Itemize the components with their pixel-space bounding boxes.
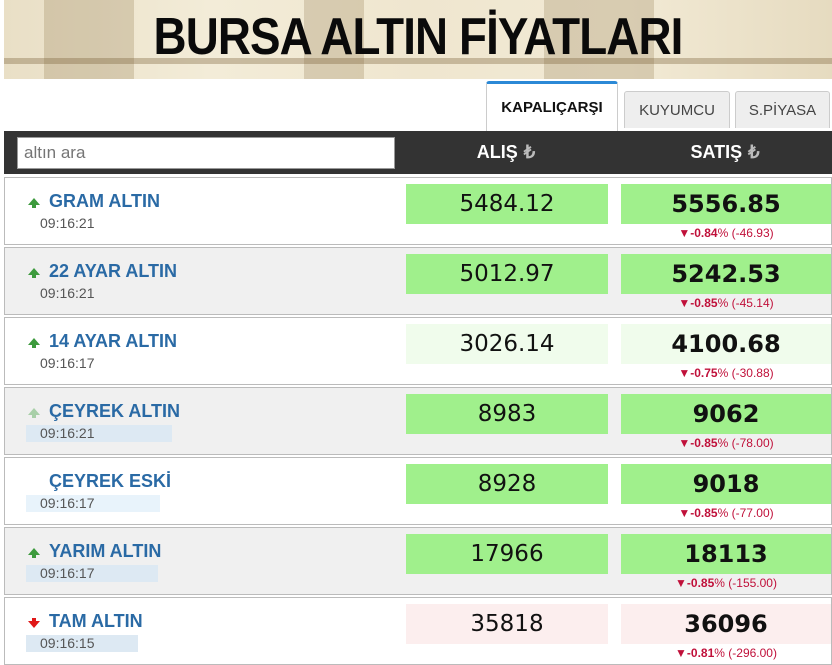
change-amount: (-46.93) <box>731 226 774 240</box>
change-info: ▼-0.85% (-78.00) <box>621 436 831 450</box>
change-amount: (-30.88) <box>731 366 774 380</box>
sell-price: 9062 <box>621 394 831 434</box>
down-triangle-icon: ▼ <box>678 436 691 450</box>
buy-price: 5484.12 <box>406 184 608 224</box>
sell-column-header: SATIŞ ₺ <box>620 131 830 174</box>
update-time: 09:16:21 <box>40 215 95 231</box>
lira-icon: ₺ <box>748 142 760 162</box>
sell-price: 5556.85 <box>621 184 831 224</box>
down-triangle-icon: ▼ <box>675 576 687 590</box>
gold-name-link[interactable]: ÇEYREK ESKİ <box>49 471 171 492</box>
buy-price: 35818 <box>406 604 608 644</box>
percent-sign: % <box>717 366 729 380</box>
change-info: ▼-0.75% (-30.88) <box>621 366 831 380</box>
change-amount: (-78.00) <box>731 436 774 450</box>
percent-sign: % <box>717 506 729 520</box>
change-amount: (-77.00) <box>731 506 774 520</box>
down-triangle-icon: ▼ <box>678 366 691 380</box>
sell-price: 4100.68 <box>621 324 831 364</box>
change-info: ▼-0.85% (-77.00) <box>621 506 831 520</box>
down-triangle-icon: ▼ <box>678 296 691 310</box>
trend-down-icon <box>28 618 40 628</box>
banner-title: BURSA ALTIN FİYATLARI <box>153 8 684 66</box>
change-info: ▼-0.85% (-45.14) <box>621 296 831 310</box>
sell-price: 5242.53 <box>621 254 831 294</box>
change-info: ▼-0.85% (-155.00) <box>621 576 831 590</box>
update-time: 09:16:21 <box>40 425 95 441</box>
buy-price: 17966 <box>406 534 608 574</box>
change-info: ▼-0.84% (-46.93) <box>621 226 831 240</box>
update-time: 09:16:17 <box>40 355 95 371</box>
gold-name-link[interactable]: GRAM ALTIN <box>49 191 160 212</box>
change-amount: (-155.00) <box>728 576 777 590</box>
down-triangle-icon: ▼ <box>678 506 691 520</box>
gold-name-link[interactable]: 22 AYAR ALTIN <box>49 261 177 282</box>
percent-sign: % <box>714 576 725 590</box>
lira-icon: ₺ <box>523 142 536 162</box>
table-header: ALIŞ ₺ SATIŞ ₺ <box>4 131 832 174</box>
gold-name-link[interactable]: ÇEYREK ALTIN <box>49 401 180 422</box>
change-info: ▼-0.81% (-296.00) <box>621 646 831 660</box>
percent-sign: % <box>717 226 729 240</box>
buy-price: 8983 <box>406 394 608 434</box>
percent-sign: % <box>717 436 729 450</box>
update-time: 09:16:15 <box>40 635 95 651</box>
gold-name-link[interactable]: TAM ALTIN <box>49 611 143 632</box>
price-row[interactable]: ÇEYREK ALTIN 09:16:21 8983 9062 ▼-0.85% … <box>4 387 832 455</box>
buy-price: 3026.14 <box>406 324 608 364</box>
tab-serbest-piyasa[interactable]: S.PİYASA <box>735 91 830 128</box>
change-amount: (-45.14) <box>731 296 774 310</box>
change-percent: -0.84 <box>690 226 718 240</box>
update-time: 09:16:17 <box>40 565 95 581</box>
banner: BURSA ALTIN FİYATLARI <box>4 0 832 79</box>
tab-kuyumcu[interactable]: KUYUMCU <box>624 91 730 128</box>
buy-column-label: ALIŞ <box>476 142 518 162</box>
percent-sign: % <box>717 296 729 310</box>
tab-kapalicarsi[interactable]: KAPALIÇARŞI <box>486 81 618 131</box>
change-percent: -0.85 <box>690 506 718 520</box>
down-triangle-icon: ▼ <box>675 646 687 660</box>
trend-up-icon <box>28 268 40 278</box>
gold-name-link[interactable]: 14 AYAR ALTIN <box>49 331 177 352</box>
change-percent: -0.81 <box>686 646 715 660</box>
buy-price: 8928 <box>406 464 608 504</box>
sell-price: 36096 <box>621 604 831 644</box>
change-percent: -0.85 <box>690 436 718 450</box>
down-triangle-icon: ▼ <box>678 226 691 240</box>
buy-price: 5012.97 <box>406 254 608 294</box>
percent-sign: % <box>714 646 725 660</box>
update-time: 09:16:17 <box>40 495 95 511</box>
price-row[interactable]: 22 AYAR ALTIN 09:16:21 5012.97 5242.53 ▼… <box>4 247 832 315</box>
price-row[interactable]: GRAM ALTIN 09:16:21 5484.12 5556.85 ▼-0.… <box>4 177 832 245</box>
sell-column-label: SATIŞ <box>690 142 743 162</box>
change-percent: -0.85 <box>686 576 715 590</box>
price-row[interactable]: YARIM ALTIN 09:16:17 17966 18113 ▼-0.85%… <box>4 527 832 595</box>
gold-name-link[interactable]: YARIM ALTIN <box>49 541 161 562</box>
change-percent: -0.85 <box>690 296 718 310</box>
price-row[interactable]: TAM ALTIN 09:16:15 35818 36096 ▼-0.81% (… <box>4 597 832 665</box>
trend-up-icon <box>28 198 40 208</box>
market-tabs: KAPALIÇARŞI KUYUMCU S.PİYASA <box>4 79 832 131</box>
trend-up-icon <box>28 408 40 418</box>
search-input[interactable] <box>17 137 395 169</box>
price-row[interactable]: ÇEYREK ESKİ 09:16:17 8928 9018 ▼-0.85% (… <box>4 457 832 525</box>
change-percent: -0.75 <box>690 366 718 380</box>
trend-up-icon <box>28 548 40 558</box>
change-amount: (-296.00) <box>728 646 777 660</box>
price-row[interactable]: 14 AYAR ALTIN 09:16:17 3026.14 4100.68 ▼… <box>4 317 832 385</box>
sell-price: 18113 <box>621 534 831 574</box>
update-time: 09:16:21 <box>40 285 95 301</box>
trend-up-icon <box>28 338 40 348</box>
sell-price: 9018 <box>621 464 831 504</box>
buy-column-header: ALIŞ ₺ <box>405 131 607 174</box>
